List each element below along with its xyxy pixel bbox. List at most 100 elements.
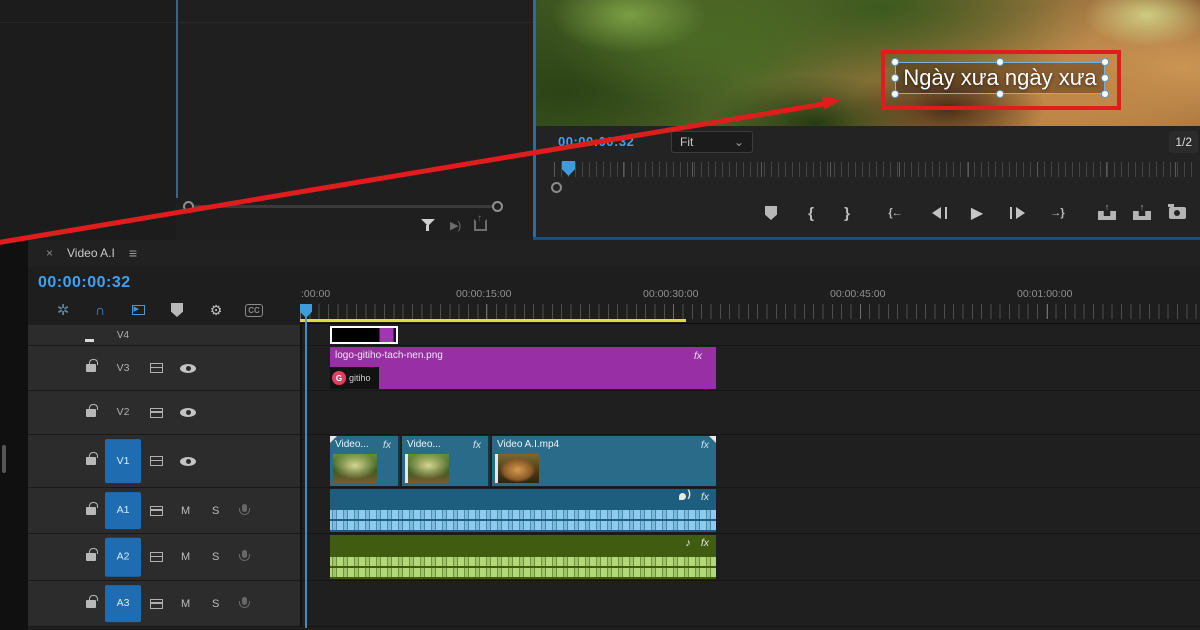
extract-button[interactable]: ↑ — [1129, 200, 1155, 226]
fx-badge[interactable]: fx — [701, 439, 709, 451]
magnet-icon: ∩ — [95, 302, 105, 318]
selection-handle-top-center[interactable] — [996, 58, 1004, 66]
clip-video-1[interactable]: Video... fx — [330, 436, 400, 486]
mic-icon[interactable] — [238, 597, 250, 612]
nest-toggle-button[interactable]: ✲ — [52, 300, 74, 320]
eye-icon[interactable] — [180, 457, 196, 466]
go-to-out-button[interactable]: →} — [1044, 200, 1070, 226]
timeline-tab-title[interactable]: Video A.I — [67, 246, 115, 260]
monitor-timecode[interactable]: 00:00:00:32 — [558, 134, 634, 149]
scrubber-ticks[interactable] — [554, 162, 1196, 177]
lock-icon[interactable] — [86, 507, 96, 515]
clip-logo-png[interactable]: logo-gitiho-tach-nen.png fx G gitiho — [330, 347, 716, 389]
ruler-ticks[interactable] — [300, 304, 1200, 319]
eye-icon[interactable] — [180, 408, 196, 417]
step-back-button[interactable] — [926, 200, 952, 226]
fx-badge[interactable]: fx — [383, 439, 391, 451]
marker-icon — [765, 206, 777, 220]
track-target-v2[interactable]: V2 — [105, 400, 141, 426]
solo-button[interactable]: S — [212, 551, 219, 563]
solo-button[interactable]: S — [212, 505, 219, 517]
panel-split-divider[interactable] — [176, 0, 178, 198]
mic-icon[interactable] — [238, 504, 250, 519]
timeline-settings-button[interactable]: ⚙ — [205, 300, 227, 320]
selection-handle-mid-left[interactable] — [891, 74, 899, 82]
eye-icon[interactable] — [180, 364, 196, 373]
mute-button[interactable]: M — [181, 505, 190, 517]
playback-resolution[interactable]: 1/2 — [1169, 131, 1198, 153]
add-marker-button-timeline[interactable] — [166, 300, 188, 320]
mute-button[interactable]: M — [181, 598, 190, 610]
fx-badge[interactable]: fx — [701, 491, 709, 503]
panel-menu-icon[interactable]: ≡ — [129, 245, 137, 261]
gitiho-logo-icon: G — [332, 371, 346, 385]
sync-lock-icon[interactable] — [150, 456, 163, 466]
fx-badge[interactable]: fx — [694, 350, 702, 362]
vertical-scrollbar-thumb[interactable] — [2, 445, 6, 473]
linked-selection-button[interactable] — [127, 300, 149, 320]
clip-video-ai-mp4[interactable]: Video A.I.mp4 fx — [492, 436, 716, 486]
clip-audio-dialogue[interactable]: fx — [330, 489, 716, 532]
clip-label: Video A.I.mp4 — [497, 439, 559, 450]
export-frame-button[interactable] — [1164, 200, 1190, 226]
clip-video-2[interactable]: Video... fx — [402, 436, 490, 486]
track-target-a1[interactable]: A1 — [105, 492, 141, 530]
sync-lock-icon[interactable] — [150, 599, 163, 609]
clip-audio-music[interactable]: ♪ fx — [330, 535, 716, 579]
snap-button[interactable]: ∩ — [89, 300, 111, 320]
zoom-level-dropdown[interactable]: Fit ⌄ — [671, 131, 753, 153]
selection-handle-mid-right[interactable] — [1101, 74, 1109, 82]
selection-handle-bottom-left[interactable] — [891, 90, 899, 98]
timeline-timecode[interactable]: 00:00:00:32 — [38, 274, 131, 292]
close-icon[interactable]: × — [46, 246, 53, 260]
filter-icon[interactable] — [420, 217, 436, 233]
sync-lock-icon[interactable] — [150, 408, 163, 418]
monitor-scrubber[interactable] — [536, 160, 1200, 196]
add-marker-button[interactable] — [758, 200, 784, 226]
clip-text-graphic[interactable] — [330, 326, 398, 344]
lock-icon[interactable] — [86, 600, 96, 608]
track-target-v1[interactable]: V1 — [105, 439, 141, 483]
lift-button[interactable]: ↑ — [1094, 200, 1120, 226]
lock-icon[interactable] — [86, 553, 96, 561]
track-target-a3[interactable]: A3 — [105, 585, 141, 623]
mic-icon[interactable] — [238, 550, 250, 565]
track-target-v4[interactable]: V4 — [105, 325, 141, 345]
go-to-in-button[interactable]: {← — [882, 200, 908, 226]
track-target-a2[interactable]: A2 — [105, 538, 141, 577]
sync-lock-icon[interactable] — [150, 506, 163, 516]
play-button[interactable]: ▶ — [964, 200, 990, 226]
mute-button[interactable]: M — [181, 551, 190, 563]
sync-lock-icon[interactable] — [150, 363, 163, 373]
lock-icon[interactable] — [86, 409, 96, 417]
timeline-playhead-line[interactable] — [305, 306, 307, 628]
selection-handle-bottom-center[interactable] — [996, 90, 1004, 98]
horizontal-scrollbar[interactable] — [183, 201, 503, 212]
scrollbar-handle-right[interactable] — [492, 201, 503, 212]
track-target-v3[interactable]: V3 — [105, 355, 141, 381]
sync-lock-icon[interactable] — [150, 552, 163, 562]
solo-button[interactable]: S — [212, 598, 219, 610]
captions-button[interactable]: CC — [243, 300, 265, 320]
clip-label: Video... — [335, 439, 369, 450]
fx-badge[interactable]: fx — [473, 439, 481, 451]
play-edits-icon[interactable]: ▶) — [450, 219, 460, 232]
fx-badge[interactable]: fx — [701, 537, 709, 549]
ruler-label: :00:00 — [301, 288, 330, 300]
selection-handle-top-right[interactable] — [1101, 58, 1109, 66]
mark-out-button[interactable]: } — [834, 200, 860, 226]
selection-handle-bottom-right[interactable] — [1101, 90, 1109, 98]
overlay-text[interactable]: Ngày xưa ngày xưa — [896, 63, 1104, 93]
step-forward-button[interactable] — [1004, 200, 1030, 226]
lock-icon[interactable] — [86, 457, 96, 465]
ruler-label: 00:00:15:00 — [456, 288, 511, 300]
selection-handle-top-left[interactable] — [891, 58, 899, 66]
mark-in-button[interactable]: { — [798, 200, 824, 226]
scrubber-zoom-handle[interactable] — [551, 182, 562, 193]
lock-icon[interactable] — [86, 364, 96, 372]
scrollbar-handle-left[interactable] — [183, 201, 194, 212]
export-icon[interactable] — [474, 219, 487, 231]
linked-selection-icon — [132, 305, 145, 315]
scrollbar-track[interactable] — [188, 205, 498, 208]
track-row-a2: A2 M S ♪ fx — [28, 534, 1200, 581]
